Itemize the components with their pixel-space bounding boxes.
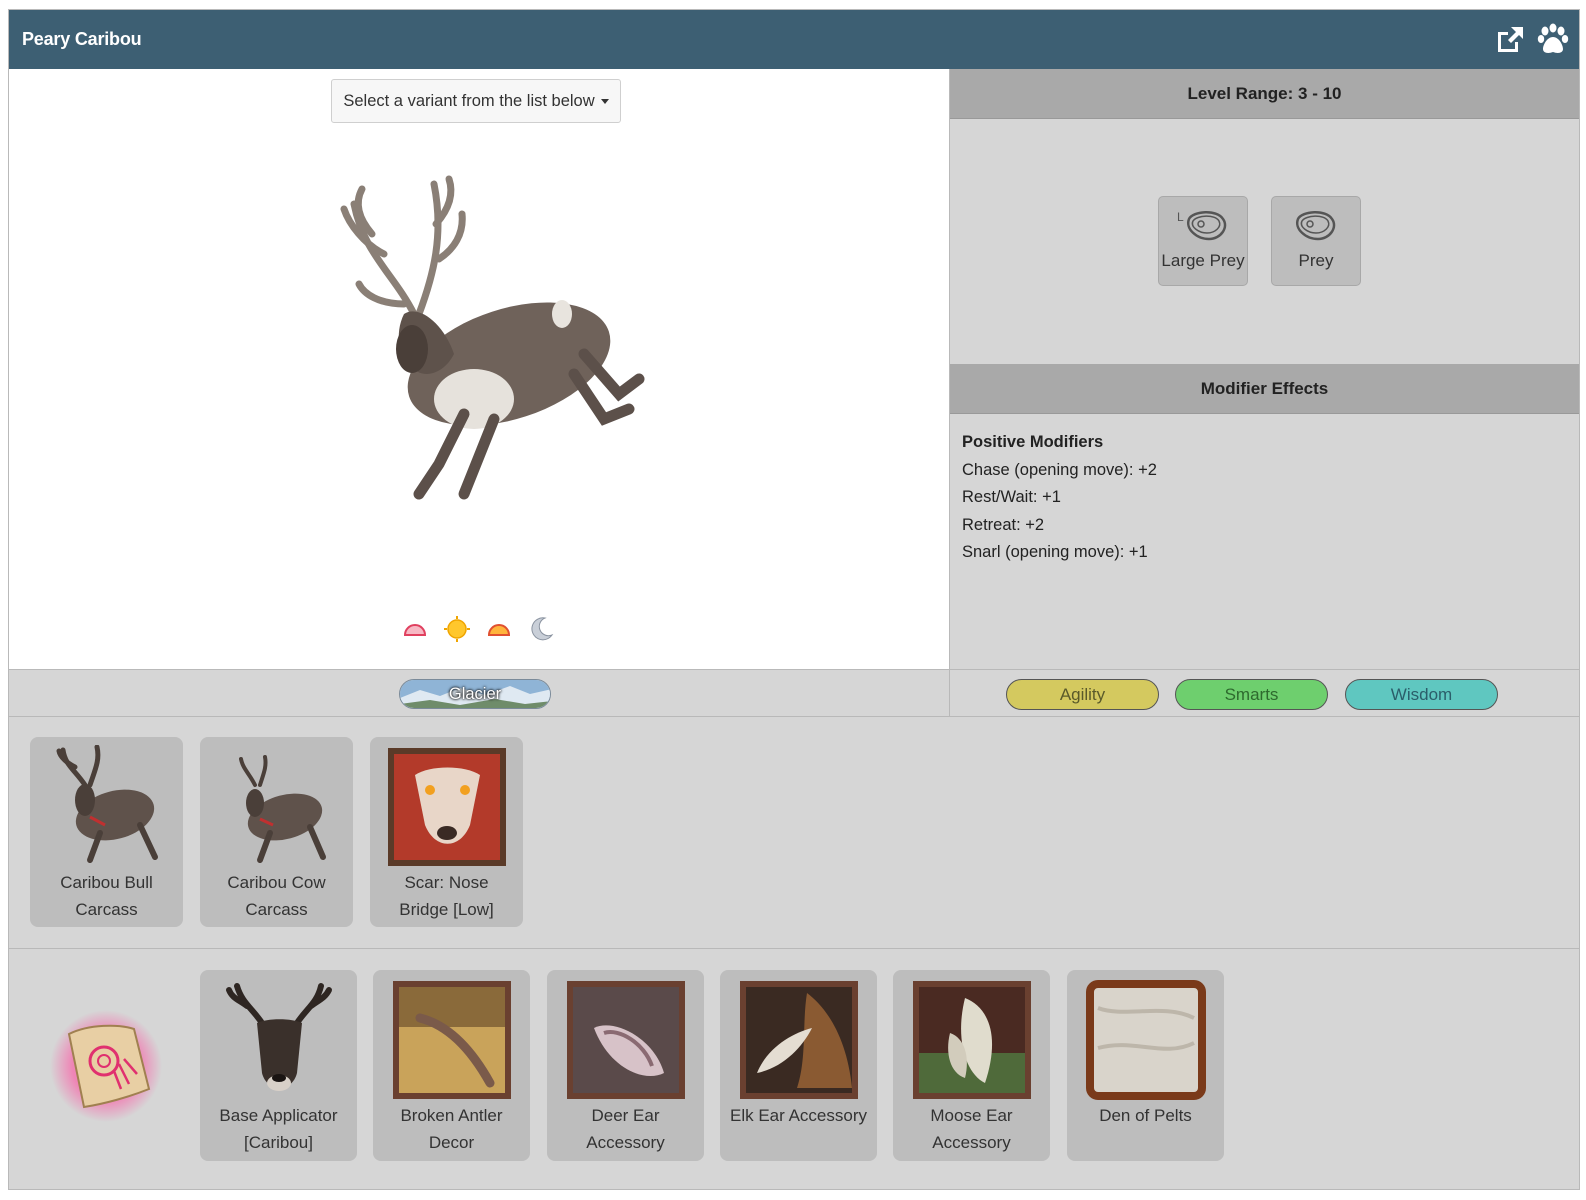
page-title: Peary Caribou bbox=[22, 29, 142, 49]
variant-dropdown[interactable]: Select a variant from the list below bbox=[331, 79, 621, 123]
unlock-item-label: Elk Ear Accessory bbox=[730, 1106, 867, 1125]
modifier-item: Snarl (opening move): +1 bbox=[962, 543, 1148, 561]
caribou-bull-carcass-image bbox=[56, 745, 158, 863]
external-link-icon[interactable] bbox=[1493, 23, 1527, 57]
large-prey-label: Large Prey bbox=[1161, 251, 1245, 270]
modifier-item: Rest/Wait: +1 bbox=[962, 488, 1061, 506]
dawn-icon bbox=[403, 624, 427, 636]
drop-item-label: Caribou Cow bbox=[227, 873, 326, 892]
animal-panel: Peary Caribou Select a variant from the … bbox=[8, 9, 1580, 1190]
positive-modifiers-heading: Positive Modifiers bbox=[962, 433, 1104, 451]
biome-stats-row: Glacier Agility Smarts Wisdom bbox=[9, 669, 1579, 717]
unlock-item-label: Base Applicator bbox=[219, 1106, 338, 1125]
modifier-effects-heading: Modifier Effects bbox=[950, 364, 1579, 414]
day-sun-icon bbox=[444, 616, 470, 642]
prey-button[interactable]: Prey bbox=[1271, 196, 1361, 286]
unlock-item-den-of-pelts[interactable]: Den of Pelts bbox=[1067, 970, 1224, 1161]
broken-antler-decor-image bbox=[392, 981, 511, 1099]
prey-label: Prey bbox=[1298, 251, 1334, 270]
unlock-item-label: Accessory bbox=[932, 1133, 1011, 1152]
unlock-item-base-applicator[interactable]: Base Applicator [Caribou] bbox=[200, 970, 357, 1161]
stat-smarts-pill[interactable]: Smarts bbox=[1175, 679, 1328, 710]
unlock-item-label: Den of Pelts bbox=[1099, 1106, 1192, 1125]
stat-agility-pill[interactable]: Agility bbox=[1006, 679, 1159, 710]
den-of-pelts-image bbox=[1085, 980, 1206, 1100]
drop-item-caribou-bull-carcass[interactable]: Caribou Bull Carcass bbox=[30, 737, 183, 927]
unlock-item-elk-ear-accessory[interactable]: Elk Ear Accessory bbox=[720, 970, 877, 1161]
unlock-scroll-icon bbox=[50, 1010, 162, 1122]
info-panel: Level Range: 3 - 10 L Large Prey Prey Mo… bbox=[950, 69, 1579, 669]
unlock-item-moose-ear-accessory[interactable]: Moose Ear Accessory bbox=[893, 970, 1050, 1161]
drop-item-scar-nose-bridge[interactable]: Scar: Nose Bridge [Low] bbox=[370, 737, 523, 927]
stat-wisdom-pill[interactable]: Wisdom bbox=[1345, 679, 1498, 710]
drop-item-label: Carcass bbox=[245, 900, 308, 919]
night-moon-icon bbox=[531, 617, 554, 641]
stats-divider bbox=[949, 670, 950, 717]
variant-dropdown-label: Select a variant from the list below bbox=[343, 91, 595, 110]
prey-meat-icon bbox=[1295, 211, 1336, 241]
caribou-cow-carcass-image bbox=[238, 755, 326, 863]
large-prey-meat-icon: L bbox=[1177, 210, 1227, 241]
animal-preview-area: Select a variant from the list below bbox=[9, 69, 950, 669]
unlock-item-label: Broken Antler bbox=[400, 1106, 503, 1125]
drop-item-label: Caribou Bull bbox=[60, 873, 153, 892]
glacier-biome-label: Glacier bbox=[448, 684, 502, 703]
drop-item-label: Scar: Nose bbox=[404, 873, 489, 892]
time-of-day-icons bbox=[401, 614, 561, 644]
unlock-item-label: [Caribou] bbox=[244, 1133, 313, 1152]
drop-item-label: Carcass bbox=[75, 900, 138, 919]
drops-list: Caribou Bull Carcass Caribou Cow Carcass bbox=[9, 717, 1579, 949]
chevron-down-icon bbox=[600, 98, 609, 104]
deer-ear-accessory-image bbox=[566, 981, 685, 1099]
unlock-item-broken-antler-decor[interactable]: Broken Antler Decor bbox=[373, 970, 530, 1161]
drop-item-caribou-cow-carcass[interactable]: Caribou Cow Carcass bbox=[200, 737, 353, 927]
moose-ear-accessory-image bbox=[912, 981, 1031, 1099]
unlock-item-label: Decor bbox=[428, 1133, 475, 1152]
dusk-icon bbox=[487, 624, 511, 636]
modifier-item: Chase (opening move): +2 bbox=[962, 460, 1157, 479]
level-range-heading: Level Range: 3 - 10 bbox=[950, 69, 1579, 119]
large-prey-button[interactable]: L Large Prey bbox=[1158, 196, 1248, 286]
svg-text:L: L bbox=[1177, 210, 1184, 224]
paw-icon[interactable] bbox=[1536, 23, 1570, 57]
panel-header: Peary Caribou bbox=[9, 10, 1579, 69]
unlock-item-label: Accessory bbox=[586, 1133, 665, 1152]
unlock-item-label: Moose Ear bbox=[930, 1106, 1013, 1125]
glacier-biome-badge[interactable]: Glacier bbox=[399, 679, 551, 709]
modifier-item: Retreat: +2 bbox=[962, 515, 1045, 534]
unlockables-list: Base Applicator [Caribou] Broken Antler … bbox=[9, 949, 1579, 1189]
caribou-image bbox=[340, 175, 645, 500]
base-applicator-image bbox=[225, 983, 332, 1091]
modifier-list: Positive Modifiers Chase (opening move):… bbox=[962, 429, 1157, 567]
unlock-item-deer-ear-accessory[interactable]: Deer Ear Accessory bbox=[547, 970, 704, 1161]
elk-ear-accessory-image bbox=[739, 981, 858, 1099]
unlock-item-label: Deer Ear bbox=[591, 1106, 660, 1125]
drop-item-label: Bridge [Low] bbox=[399, 900, 494, 919]
scar-nose-bridge-image bbox=[387, 748, 506, 866]
